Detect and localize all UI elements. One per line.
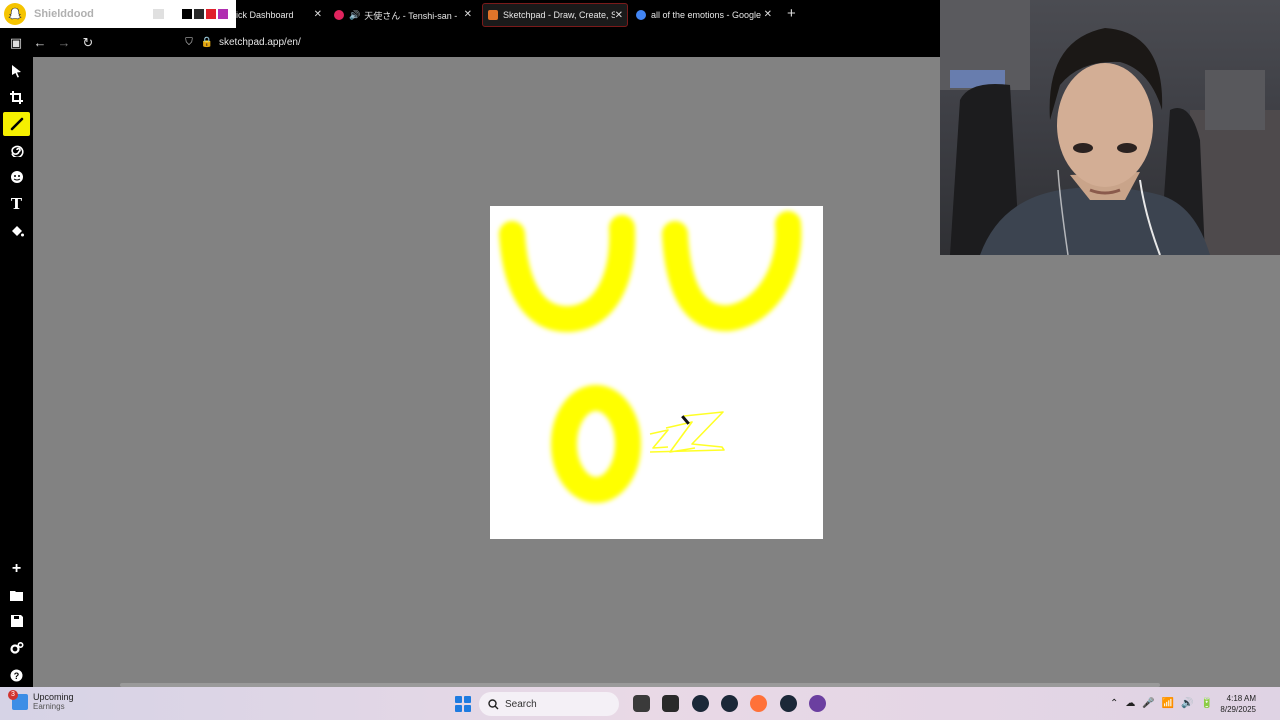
left-u-stroke xyxy=(499,215,636,332)
forward-arrow-icon[interactable]: → xyxy=(55,34,73,52)
microphone-icon[interactable]: 🎤 xyxy=(1142,698,1154,709)
fill-bucket-tool-icon[interactable] xyxy=(3,219,30,243)
sketchpad-workspace-right[interactable] xyxy=(940,255,1280,687)
swatch-black[interactable] xyxy=(182,9,192,19)
firefox-icon[interactable] xyxy=(750,695,767,712)
tab-title: Sketchpad - Draw, Create, Shar xyxy=(503,10,615,20)
weather-widget[interactable]: 3 Upcoming Earnings xyxy=(8,689,74,711)
select-tool-icon[interactable] xyxy=(3,59,30,83)
file-explorer-icon[interactable] xyxy=(633,695,650,712)
sidebar-toggle-icon[interactable]: ▣ xyxy=(7,34,25,52)
battery-icon[interactable]: 🔋 xyxy=(1201,698,1213,709)
close-icon[interactable]: ✕ xyxy=(615,10,623,21)
url-bar[interactable]: sketchpad.app/en/ xyxy=(219,37,301,48)
save-icon[interactable] xyxy=(3,609,30,633)
chevron-up-icon[interactable]: ⌃ xyxy=(1110,698,1118,709)
tab-youtube[interactable]: 🔊 天使さん - Tenshi-san - You ✕ xyxy=(334,3,476,27)
obs-icon[interactable] xyxy=(692,695,709,712)
widget-title: Upcoming xyxy=(33,692,74,702)
spiral-tool-icon[interactable] xyxy=(3,138,30,162)
sticker-tool-icon[interactable] xyxy=(3,165,30,189)
back-arrow-icon[interactable]: ← xyxy=(31,34,49,52)
youtube-favicon-icon xyxy=(334,10,344,20)
webcam-person-image xyxy=(940,0,1280,255)
settings-icon[interactable] xyxy=(3,636,30,660)
text-tool-icon[interactable]: T xyxy=(3,192,30,216)
wifi-icon[interactable]: 📶 xyxy=(1162,698,1174,709)
crop-tool-icon[interactable] xyxy=(3,85,30,109)
folder-icon[interactable] xyxy=(3,583,30,607)
stocks-widget-icon: 3 xyxy=(8,689,28,710)
help-icon[interactable]: ? xyxy=(3,663,30,687)
taskbar-clock[interactable]: 4:18 AM 8/29/2025 xyxy=(1220,693,1256,715)
close-icon[interactable]: ✕ xyxy=(314,9,322,20)
zzz-stroke xyxy=(649,411,725,453)
right-u-stroke xyxy=(662,211,802,332)
close-icon[interactable]: ✕ xyxy=(764,9,772,20)
text-tool-letter: T xyxy=(10,195,23,213)
close-icon[interactable]: ✕ xyxy=(464,9,472,20)
color-swatches xyxy=(182,9,228,19)
overlay-minimize-button[interactable] xyxy=(153,9,164,19)
windows-taskbar: 3 Upcoming Earnings Search ⌃ ☁ 🎤 📶 🔊 🔋 4… xyxy=(0,687,1280,720)
google-favicon-icon xyxy=(636,10,646,20)
clock-time: 4:18 AM xyxy=(1226,694,1256,703)
epic-games-icon[interactable] xyxy=(662,695,679,712)
steam-icon[interactable] xyxy=(721,695,738,712)
swatch-dark[interactable] xyxy=(194,9,204,19)
lock-icon[interactable]: 🔒 xyxy=(198,34,216,52)
tab-title: 天使さん - Tenshi-san - You xyxy=(364,10,460,21)
taskbar-search-box[interactable]: Search xyxy=(479,692,619,716)
svg-text:?: ? xyxy=(14,671,20,681)
yellow-strokes xyxy=(499,211,802,503)
steam-2-icon[interactable] xyxy=(780,695,797,712)
swatch-red[interactable] xyxy=(206,9,216,19)
tab-google-search[interactable]: all of the emotions - Google Se ✕ xyxy=(636,3,776,27)
add-icon[interactable]: + xyxy=(3,557,30,581)
new-tab-plus-icon[interactable]: + xyxy=(787,6,796,21)
swatch-purple[interactable] xyxy=(218,9,228,19)
volume-icon[interactable]: 🔊 xyxy=(1181,698,1193,709)
tab-sketchpad[interactable]: Sketchpad - Draw, Create, Shar ✕ xyxy=(482,3,628,27)
widget-subtitle: Earnings xyxy=(33,702,65,711)
notification-badge: 3 xyxy=(8,689,18,700)
overlay-app-window[interactable]: Shielddood xyxy=(0,0,236,28)
tray-app-icon[interactable] xyxy=(809,695,826,712)
overlay-app-name: Shielddood xyxy=(34,8,94,20)
drawing-canvas[interactable] xyxy=(490,206,823,539)
screen: Shielddood ick Dashboard ✕ 🔊 天使さん - Tens… xyxy=(0,0,1280,720)
snapchat-ghost-icon xyxy=(4,3,26,25)
browser-nav-bar: ▣ ← → ↻ ⛉ 🔒 sketchpad.app/en/ xyxy=(0,30,940,57)
system-tray: ⌃ ☁ 🎤 📶 🔊 🔋 xyxy=(1110,687,1213,720)
search-placeholder: Search xyxy=(505,698,537,710)
tab-title: ick Dashboard xyxy=(236,10,294,20)
drawing-strokes xyxy=(499,211,802,503)
sketchpad-toolbar: T + ? xyxy=(0,57,33,687)
tab-dashboard[interactable]: ick Dashboard ✕ xyxy=(236,3,326,27)
mouth-o-stroke xyxy=(551,385,641,503)
reload-icon[interactable]: ↻ xyxy=(79,34,97,52)
onedrive-icon[interactable]: ☁ xyxy=(1125,698,1135,709)
windows-start-icon[interactable] xyxy=(455,696,471,712)
webcam-feed xyxy=(940,0,1280,255)
tab-title: all of the emotions - Google Se xyxy=(651,10,761,20)
tracking-shield-icon[interactable]: ⛉ xyxy=(180,34,198,52)
speaker-icon: 🔊 xyxy=(349,9,361,20)
search-icon xyxy=(488,698,499,709)
clock-date: 8/29/2025 xyxy=(1220,705,1256,714)
brush-tool-icon[interactable] xyxy=(3,112,30,136)
sketchpad-favicon-icon xyxy=(488,10,498,20)
